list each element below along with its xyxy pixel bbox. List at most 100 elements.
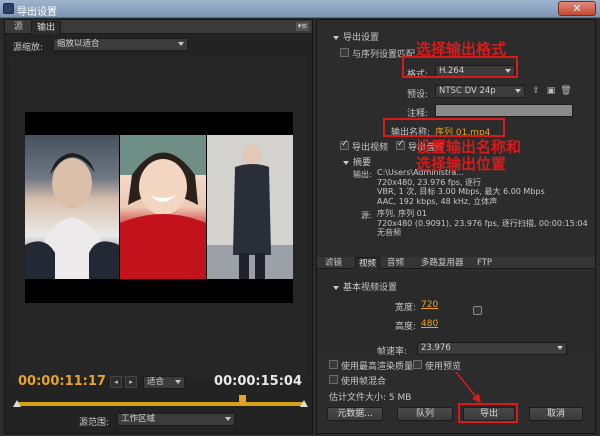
fit-value: 适合 bbox=[147, 377, 165, 387]
source-range-label: 源范围: bbox=[79, 418, 110, 428]
estimated-file-size: 估计文件大小: 5 MB bbox=[329, 393, 412, 403]
app-icon bbox=[3, 3, 14, 14]
tab-filters[interactable]: 滤镜 bbox=[325, 257, 342, 269]
close-button[interactable]: ✕ bbox=[558, 1, 596, 16]
portrait-3-image bbox=[207, 135, 293, 279]
format-highlight-box bbox=[402, 56, 518, 78]
annotation-line: 选择输出位置 bbox=[416, 155, 507, 173]
preset-value: NTSC DV 24p bbox=[439, 86, 496, 96]
preview-panel: 源 输出 ▾≡ 源缩放: 缩放以适合 00:00:11:17 ◂ ▸ 适合 00… bbox=[4, 19, 313, 434]
chain-link-icon[interactable] bbox=[473, 306, 482, 315]
frame-rate-value: 23.976 bbox=[421, 343, 451, 353]
source-range-dropdown[interactable]: 工作区域 bbox=[117, 413, 235, 426]
annotation-arrow-icon bbox=[455, 371, 481, 404]
frame-blending-label: 使用帧混合 bbox=[341, 377, 387, 387]
summary-output-line: 720x480, 23.976 fps, 逐行 bbox=[377, 177, 482, 187]
width-value[interactable]: 720 bbox=[421, 300, 438, 310]
tab-ftp[interactable]: FTP bbox=[477, 257, 492, 269]
chevron-down-icon bbox=[225, 417, 231, 421]
timecode-current[interactable]: 00:00:11:17 bbox=[18, 374, 106, 389]
timeline-scrubber[interactable] bbox=[13, 395, 308, 408]
basic-video-title: 基本视频设置 bbox=[343, 283, 398, 293]
queue-button[interactable]: 队列 bbox=[397, 407, 453, 421]
delete-preset-icon[interactable]: 🗑 bbox=[560, 86, 572, 97]
basic-video-settings: 基本视频设置 宽度: 720 高度: 480 帧速率: 23.976 bbox=[317, 274, 595, 357]
output-name-highlight-box bbox=[383, 118, 505, 137]
tab-output[interactable]: 输出 bbox=[31, 21, 62, 34]
preview-photo-1 bbox=[25, 135, 119, 279]
max-render-quality-label: 使用最高渲染质量 bbox=[341, 362, 414, 372]
basic-video-header[interactable]: 基本视频设置 bbox=[333, 280, 397, 293]
summary-output-line: AAC, 192 kbps, 48 kHz, 立体声 bbox=[377, 196, 498, 206]
cancel-button[interactable]: 取消 bbox=[529, 407, 583, 421]
playhead-icon[interactable] bbox=[239, 395, 246, 404]
window-title: 导出设置 bbox=[17, 7, 57, 18]
export-video-checkbox[interactable] bbox=[340, 139, 349, 150]
timecode-duration: 00:00:15:04 bbox=[214, 374, 302, 389]
tab-source[interactable]: 源 bbox=[9, 21, 28, 34]
annotation-select-format: 选择输出格式 bbox=[416, 40, 507, 58]
summary-source-line: 序列, 序列 01 bbox=[377, 209, 427, 218]
summary-source-text: 序列, 序列 01 720x480 (0.9091), 23.976 fps, … bbox=[377, 209, 588, 238]
width-label: 宽度: bbox=[395, 303, 417, 313]
source-scaling-value: 缩放以适合 bbox=[57, 39, 100, 49]
source-range-value: 工作区域 bbox=[121, 414, 156, 424]
fit-dropdown[interactable]: 适合 bbox=[143, 376, 185, 389]
work-area-bar bbox=[17, 402, 304, 406]
summary-source-label: 源: bbox=[361, 211, 372, 220]
panel-menu-icon[interactable]: ▾≡ bbox=[296, 22, 309, 31]
summary-header[interactable]: 摘要 bbox=[343, 155, 371, 168]
summary-output-line: VBR, 1 次, 目标 3.00 Mbps, 最大 6.00 Mbps bbox=[377, 187, 545, 196]
comments-input[interactable] bbox=[435, 104, 573, 117]
twisty-icon bbox=[343, 160, 349, 165]
use-previews-checkbox[interactable] bbox=[413, 360, 422, 369]
set-in-point-icon[interactable]: ◂ bbox=[110, 376, 122, 388]
title-bar: 导出设置 ✕ bbox=[0, 0, 600, 18]
preview-photo-2 bbox=[120, 135, 206, 279]
tab-multiplexer[interactable]: 多路复用器 bbox=[421, 257, 464, 269]
portrait-2-image bbox=[120, 135, 206, 279]
import-preset-icon[interactable]: ▣ bbox=[545, 86, 557, 97]
source-scaling-dropdown[interactable]: 缩放以适合 bbox=[53, 38, 188, 51]
source-scaling-label: 源缩放: bbox=[13, 43, 44, 53]
chevron-down-icon bbox=[515, 89, 521, 93]
portrait-1-image bbox=[25, 153, 119, 279]
set-out-point-icon[interactable]: ▸ bbox=[125, 376, 137, 388]
height-label: 高度: bbox=[395, 322, 417, 332]
out-point-handle[interactable] bbox=[300, 400, 308, 407]
height-value[interactable]: 480 bbox=[421, 319, 438, 329]
frame-rate-label: 帧速率: bbox=[377, 347, 408, 357]
tab-video[interactable]: 视频 bbox=[355, 257, 381, 269]
summary-output-text: C:\Users\Administra... 720x480, 23.976 f… bbox=[377, 168, 545, 206]
chevron-down-icon bbox=[175, 380, 181, 384]
video-preview bbox=[10, 57, 307, 379]
source-range-row: 源范围: 工作区域 bbox=[5, 412, 312, 430]
frame-blending-checkbox[interactable] bbox=[329, 375, 338, 384]
summary-title: 摘要 bbox=[353, 158, 372, 168]
settings-tabs: 滤镜 视频 音频 多路复用器 FTP bbox=[317, 257, 595, 269]
preview-tabs: 源 输出 ▾≡ bbox=[5, 20, 312, 34]
preview-frame bbox=[25, 112, 293, 303]
preview-photo-3 bbox=[207, 135, 293, 279]
source-scaling-row: 源缩放: 缩放以适合 bbox=[5, 36, 312, 54]
preset-dropdown[interactable]: NTSC DV 24p bbox=[435, 85, 525, 98]
export-audio-checkbox[interactable] bbox=[396, 139, 405, 150]
preset-label: 预设: bbox=[407, 90, 429, 100]
summary-source-line: 无音频 bbox=[377, 228, 401, 237]
save-preset-icon[interactable]: ⇪ bbox=[530, 86, 542, 97]
tab-audio[interactable]: 音频 bbox=[387, 257, 404, 269]
summary-output-label: 输出: bbox=[353, 170, 372, 179]
twisty-icon bbox=[333, 35, 339, 40]
chevron-down-icon bbox=[178, 42, 184, 46]
export-settings-title: 导出设置 bbox=[343, 33, 380, 43]
match-sequence-checkbox[interactable] bbox=[340, 48, 349, 57]
summary-source-line: 720x480 (0.9091), 23.976 fps, 逐行扫描, 00:0… bbox=[377, 218, 588, 228]
annotation-line: 设置输出名称和 bbox=[416, 138, 522, 156]
frame-rate-dropdown[interactable]: 23.976 bbox=[417, 342, 567, 355]
chevron-down-icon bbox=[557, 346, 563, 350]
twisty-icon bbox=[333, 285, 339, 290]
metadata-button[interactable]: 元数据... bbox=[327, 407, 383, 421]
export-video-label: 导出视频 bbox=[352, 143, 389, 153]
in-point-handle[interactable] bbox=[13, 400, 21, 407]
max-render-quality-checkbox[interactable] bbox=[329, 360, 338, 369]
